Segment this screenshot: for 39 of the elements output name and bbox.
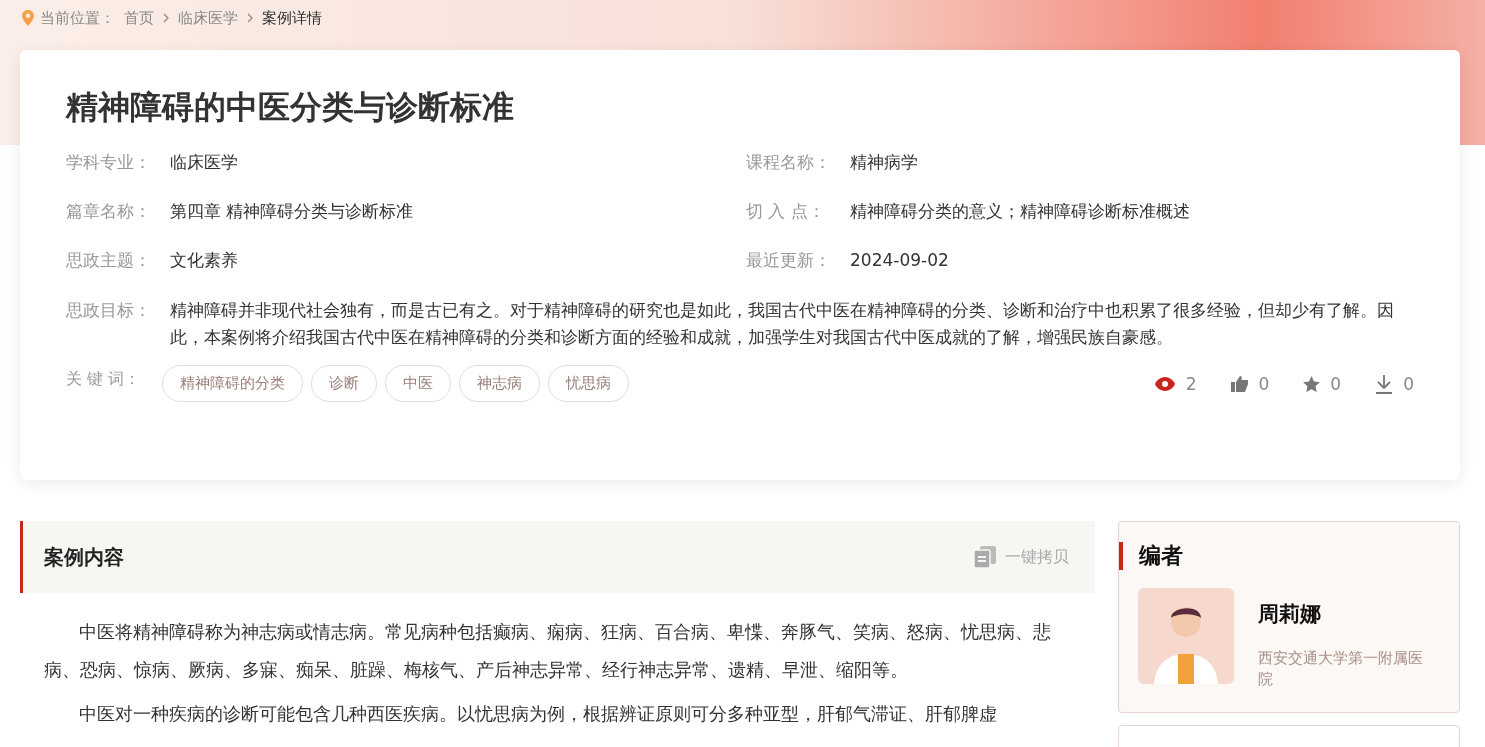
field-value: 精神病学 [850,151,918,174]
breadcrumb-label: 当前位置： [40,8,115,28]
field-label: 最近更新： [746,249,832,272]
author-name: 周莉娜 [1258,601,1322,628]
breadcrumb-link[interactable]: 首页 [124,8,154,28]
star-icon[interactable] [1303,375,1321,392]
field-value: 文化素养 [170,249,238,272]
field-value: 临床医学 [170,151,238,174]
chevron-right-icon [247,13,253,23]
stat-count: 0 [1258,373,1270,394]
section-title: 案例内容 [44,543,124,571]
copy-button[interactable]: 一键拷贝 [974,546,1069,568]
stat-count: 2 [1185,373,1197,394]
keywords-label: 关 键 词： [66,368,142,390]
download-icon[interactable] [1375,373,1394,394]
field-value: 第四章 精神障碍分类与诊断标准 [170,200,414,223]
content-paragraph: 中医将精神障碍称为神志病或情志病。常见病种包括癫病、痫病、狂病、百合病、卑惵、奔豚气、笑病、怒病、忧思病、悲病、恐病、惊病、厥病、多寐、痴呆、脏躁、梅核气、产后神志异常、经行神志异常、遗精、早泄、缩阳等。 [44,621,1052,682]
field-label: 切 入 点： [746,200,826,223]
breadcrumb-link[interactable]: 临床医学 [178,8,238,28]
stat-count: 0 [1330,373,1342,394]
field-value: 2024-09-02 [850,249,949,272]
field-label: 思政目标： [66,299,152,322]
breadcrumb-link[interactable]: 案例详情 [262,8,322,28]
field-label: 学科专业： [66,151,152,174]
case-title: 精神障碍的中医分类与诊断标准 [66,87,515,128]
field-value: 精神障碍分类的意义；精神障碍诊断标准概述 [850,200,1190,223]
copy-icon [974,546,996,568]
goal-text: 精神障碍并非现代社会独有，而是古已有之。对于精神障碍的研究也是如此，我国古代中医在精神障碍的分类、诊断和治疗中也积累了很多经验，但却少有了解。因此，本案例将介绍我国古代中医在精神障碍的分类和诊断方面的经验和成就，加强学生对我国古代中医成就的了解，增强民族自豪感。 [170,299,1395,349]
author-heading: 编者 [1119,542,1459,570]
author-affiliation: 西安交通大学第一附属医院 [1258,648,1424,690]
field-label: 思政主题： [66,249,152,272]
thumbs-up-icon[interactable] [1230,375,1249,392]
stat-count: 0 [1403,373,1414,394]
field-label: 篇章名称： [66,200,152,223]
eye-icon[interactable] [1153,375,1176,392]
field-label: 课程名称： [746,151,832,174]
chevron-right-icon [163,13,169,23]
content-paragraph: 中医对一种疾病的诊断可能包含几种西医疾病。以忧思病为例，根据辨证原则可分多种亚型，肝郁气滞证、肝郁脾虚 [78,703,998,726]
location-pin-icon [22,10,34,26]
